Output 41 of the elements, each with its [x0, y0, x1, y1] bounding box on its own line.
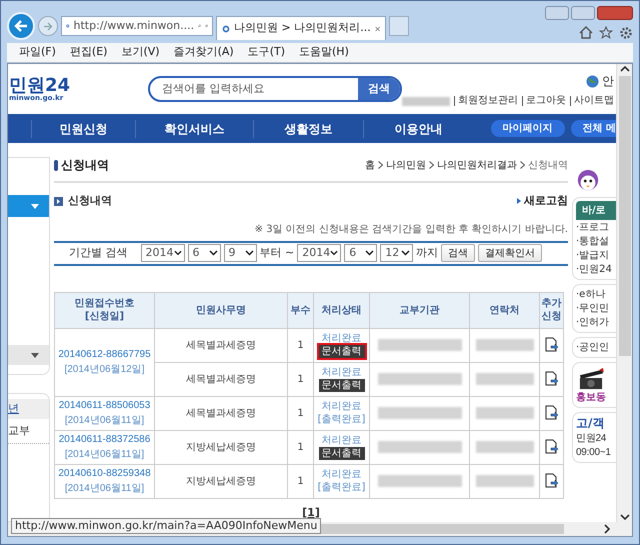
copies-count: 1: [297, 374, 304, 384]
section-title: 신청내역: [68, 193, 112, 209]
notice-text: ※ 3일 이전의 신청내용은 검색기간을 입력한 후 확인하시기 바랍니다.: [254, 222, 568, 236]
card-heading: 바/로: [576, 201, 616, 220]
column-subheader: [신청일]: [84, 310, 126, 323]
filter-text: 까지: [416, 244, 438, 261]
status-text: 처리완료: [320, 332, 362, 345]
copies-count: 1: [297, 340, 304, 350]
application-date: [2014년06월11일]: [64, 414, 144, 428]
card-heading: 고/객: [576, 416, 606, 431]
application-date: [2014년06월11일]: [64, 448, 144, 462]
filter-text: 부터 ~: [260, 244, 294, 261]
print-complete-label: [출력완료]: [316, 412, 366, 426]
copies-count: 1: [297, 476, 304, 486]
status-text: 처리완료: [320, 434, 362, 447]
service-name: 지방세납세증명: [186, 442, 256, 452]
status-text: 처리완료: [320, 468, 362, 480]
address-text: http://www.minwon....: [74, 18, 194, 34]
status-text: 처리완료: [320, 366, 362, 379]
application-date: [2014년06월11일]: [64, 482, 144, 496]
column-header: 민원접수번호: [74, 297, 134, 310]
service-name: 세목별과세증명: [186, 408, 256, 418]
print-complete-label: [출력완료]: [316, 480, 366, 494]
column-header: 교부기관: [400, 304, 440, 316]
column-header: 민원사무명: [196, 304, 246, 316]
service-name: 세목별과세증명: [186, 340, 256, 350]
filter-label: 기간별 검색: [69, 244, 128, 261]
status-url-tooltip: http://www.minwon.go.kr/main?a=AA090InfoNewMenu: [11, 518, 322, 534]
column-header: 연락처: [490, 304, 520, 316]
service-name: 지방세납세증명: [186, 476, 256, 486]
application-date: [2014년06월12일]: [64, 363, 145, 377]
tab-title: 나의민원 > 나의민원처리...: [234, 20, 371, 36]
column-header: 부수: [290, 304, 310, 316]
breadcrumb-item: 신청내역: [528, 158, 568, 172]
status-text: 처리완료: [320, 400, 362, 412]
copies-count: 1: [297, 408, 304, 418]
column-header: 추가 신청: [540, 297, 562, 323]
service-name: 세목별과세증명: [186, 374, 256, 384]
copies-count: 1: [297, 442, 304, 452]
page-title: 신청내역: [61, 157, 109, 174]
column-header: 처리상태: [322, 304, 362, 316]
